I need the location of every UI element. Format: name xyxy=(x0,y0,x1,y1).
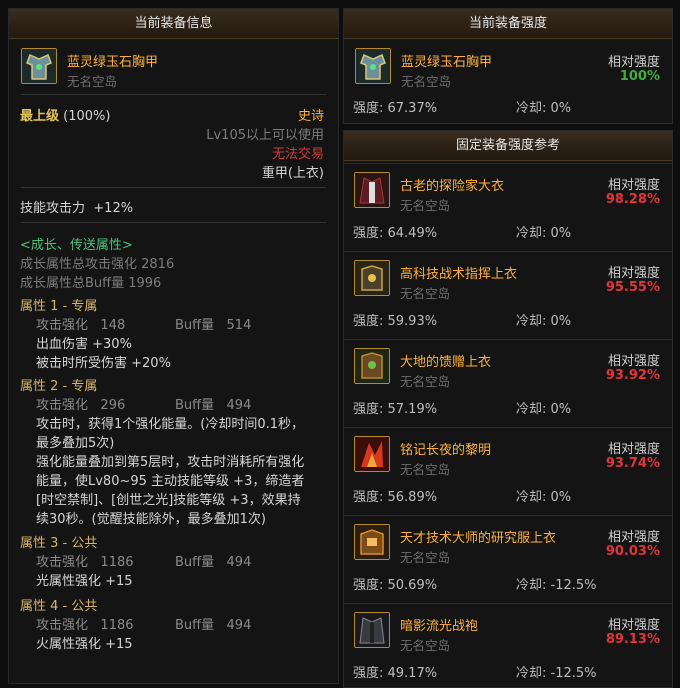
divider xyxy=(21,222,326,223)
strength-value: 强度: 59.93% xyxy=(353,314,438,329)
reference-item-card[interactable]: 古老的探险家大衣 无名空岛 相对强度 98.28% 强度: 64.49% 冷却:… xyxy=(344,163,672,245)
item-grade: 最上级 (100%) xyxy=(20,109,111,124)
skill-attack-stat: 技能攻击力 +12% xyxy=(20,201,134,216)
item-rarity: 史诗 xyxy=(297,109,324,124)
panel-title: 当前装备强度 xyxy=(344,9,672,39)
item-name: 暗影流光战袍 xyxy=(400,619,479,634)
trade-status: 无法交易 xyxy=(271,147,324,162)
divider xyxy=(21,187,326,188)
relative-strength-label: 相对强度 xyxy=(607,354,660,369)
attr-2-line: 续30秒。(觉醒技能除外，最多叠加1次) xyxy=(36,512,266,527)
armor-icon xyxy=(354,260,390,296)
item-name: 大地的馈赠上衣 xyxy=(400,355,492,370)
cooldown-value: 冷却: -12.5% xyxy=(516,666,597,681)
cooldown-value: 冷却: -12.5% xyxy=(516,578,597,593)
item-name: 高科技战术指挥上衣 xyxy=(400,267,518,282)
relative-strength-label: 相对强度 xyxy=(607,266,660,281)
panel-title: 固定装备强度参考 xyxy=(344,131,672,161)
relative-strength-value: 100% xyxy=(619,69,660,84)
chest-armor-icon xyxy=(21,48,57,84)
item-name: 蓝灵绿玉石胸甲 xyxy=(67,55,159,70)
item-source: 无名空岛 xyxy=(401,74,452,89)
current-strength-panel: 当前装备强度 蓝灵绿玉石胸甲 无名空岛 相对强度 100% 强度: 67.37%… xyxy=(343,8,673,124)
relative-strength-label: 相对强度 xyxy=(607,618,660,633)
attr-3-line: 光属性强化 +15 xyxy=(36,574,133,589)
strength-value: 强度: 64.49% xyxy=(353,226,438,241)
panel-title: 当前装备信息 xyxy=(9,9,338,39)
attr-2-buff: Buff量 494 xyxy=(175,398,252,413)
item-name: 蓝灵绿玉石胸甲 xyxy=(401,55,493,70)
attr-2-title: 属性 2 - 专属 xyxy=(20,379,98,394)
attr-2-line: [时空禁制]、[创世之光]技能等级 +3，效果持 xyxy=(36,493,301,508)
attr-1-line: 出血伤害 +30% xyxy=(36,337,132,352)
growth-title: <成长、传送属性> xyxy=(20,238,133,253)
attr-1-atk: 攻击强化 148 xyxy=(36,318,126,333)
attr-4-buff: Buff量 494 xyxy=(175,618,252,633)
strength-value: 强度: 56.89% xyxy=(353,490,438,505)
attr-3-atk: 攻击强化 1186 xyxy=(36,555,134,570)
relative-strength-label: 相对强度 xyxy=(607,442,660,457)
relative-strength-value: 89.13% xyxy=(605,632,660,647)
strength-value: 强度: 67.37% xyxy=(353,101,438,116)
relative-strength-value: 90.03% xyxy=(605,544,660,559)
cooldown-value: 冷却: 0% xyxy=(516,101,572,116)
attr-4-line: 火属性强化 +15 xyxy=(36,637,133,652)
attr-3-buff: Buff量 494 xyxy=(175,555,252,570)
reference-strength-panel: 固定装备强度参考 古老的探险家大衣 无名空岛 相对强度 98.28% 强度: 6… xyxy=(343,130,673,688)
item-type: 重甲(上衣) xyxy=(261,166,324,181)
relative-strength-value: 93.92% xyxy=(605,368,660,383)
coat-icon xyxy=(354,172,390,208)
shadow-robe-icon xyxy=(354,612,390,648)
reference-item-card[interactable]: 天才技术大师的研究服上衣 无名空岛 相对强度 90.03% 强度: 50.69%… xyxy=(344,515,672,597)
attr-1-line: 被击时所受伤害 +20% xyxy=(36,356,171,371)
divider xyxy=(21,94,326,95)
attr-2-line: 最多叠加5次) xyxy=(36,436,115,451)
tech-armor-icon xyxy=(354,524,390,560)
reference-item-card[interactable]: 暗影流光战袍 无名空岛 相对强度 89.13% 强度: 49.17% 冷却: -… xyxy=(344,603,672,685)
item-source: 无名空岛 xyxy=(400,550,451,565)
attr-1-buff: Buff量 514 xyxy=(175,318,252,333)
strength-value: 强度: 50.69% xyxy=(353,578,438,593)
item-source: 无名空岛 xyxy=(400,198,451,213)
item-source: 无名空岛 xyxy=(67,74,118,89)
reference-item-card[interactable]: 高科技战术指挥上衣 无名空岛 相对强度 95.55% 强度: 59.93% 冷却… xyxy=(344,251,672,333)
attr-2-line: 攻击时，获得1个强化能量。(冷却时间0.1秒， xyxy=(36,417,305,432)
item-source: 无名空岛 xyxy=(400,638,451,653)
relative-strength-value: 93.74% xyxy=(605,456,660,471)
relative-strength-value: 95.55% xyxy=(605,280,660,295)
flame-icon xyxy=(354,436,390,472)
cooldown-value: 冷却: 0% xyxy=(516,226,572,241)
reference-item-card[interactable]: 铭记长夜的黎明 无名空岛 相对强度 93.74% 强度: 56.89% 冷却: … xyxy=(344,427,672,509)
cooldown-value: 冷却: 0% xyxy=(516,402,572,417)
reference-item-card[interactable]: 大地的馈赠上衣 无名空岛 相对强度 93.92% 强度: 57.19% 冷却: … xyxy=(344,339,672,421)
relative-strength-label: 相对强度 xyxy=(607,55,660,70)
item-name: 古老的探险家大衣 xyxy=(400,179,505,194)
attr-4-title: 属性 4 - 公共 xyxy=(20,599,98,614)
strength-value: 强度: 57.19% xyxy=(353,402,438,417)
cooldown-value: 冷却: 0% xyxy=(516,490,572,505)
relative-strength-value: 98.28% xyxy=(605,192,660,207)
level-requirement: Lv105以上可以使用 xyxy=(206,128,324,143)
current-equipment-info-panel: 当前装备信息 蓝灵绿玉石胸甲 无名空岛 最上级 (100%) 史诗 Lv105以… xyxy=(8,8,339,684)
attr-2-line: 强化能量叠加到第5层时，攻击时消耗所有强化 xyxy=(36,455,305,470)
attr-4-atk: 攻击强化 1186 xyxy=(36,618,134,633)
attr-2-line: 能量，使Lv80~95 主动技能等级 +3，缔造者 xyxy=(36,474,305,489)
cooldown-value: 冷却: 0% xyxy=(516,314,572,329)
item-source: 无名空岛 xyxy=(400,462,451,477)
item-source: 无名空岛 xyxy=(400,374,451,389)
earth-armor-icon xyxy=(354,348,390,384)
attr-2-atk: 攻击强化 296 xyxy=(36,398,126,413)
growth-total-buff: 成长属性总Buff量 1996 xyxy=(20,276,162,291)
chest-armor-icon xyxy=(355,48,391,84)
item-source: 无名空岛 xyxy=(400,286,451,301)
attr-1-title: 属性 1 - 专属 xyxy=(20,299,98,314)
relative-strength-label: 相对强度 xyxy=(607,178,660,193)
relative-strength-label: 相对强度 xyxy=(607,530,660,545)
item-name: 天才技术大师的研究服上衣 xyxy=(400,531,557,546)
strength-value: 强度: 49.17% xyxy=(353,666,438,681)
growth-total-attack: 成长属性总攻击强化 2816 xyxy=(20,257,175,272)
attr-3-title: 属性 3 - 公共 xyxy=(20,536,98,551)
item-name: 铭记长夜的黎明 xyxy=(400,443,492,458)
